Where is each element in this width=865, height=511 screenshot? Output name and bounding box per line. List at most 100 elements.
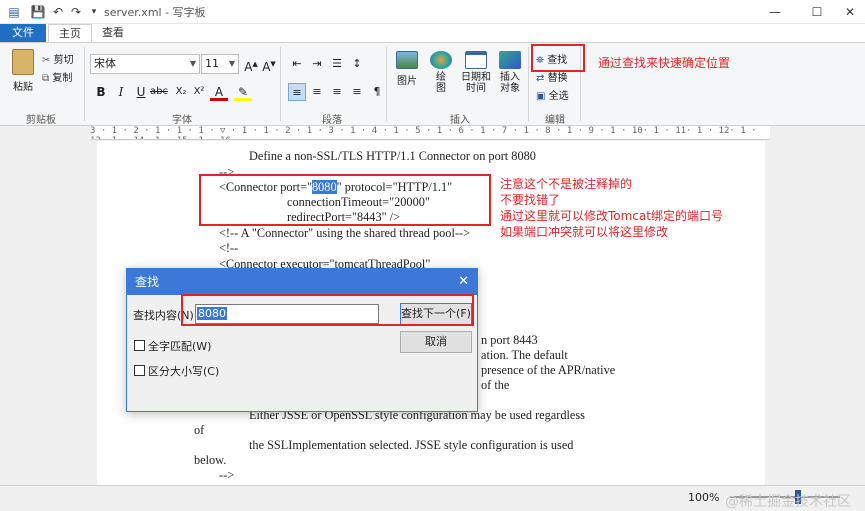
- shrink-font-icon[interactable]: A▼: [260, 55, 278, 74]
- doc-line: ation. The default: [481, 348, 568, 362]
- replace-icon: ⇄: [536, 73, 545, 84]
- group-divider: [280, 47, 281, 121]
- group-divider: [386, 47, 387, 121]
- find-annotation: 通过查找来快速确定位置: [598, 56, 731, 70]
- insert-group-label: 插入: [450, 115, 470, 126]
- connector-highlight-box: [199, 174, 491, 226]
- doc-line: <!-- A "Connector" using the shared thre…: [219, 226, 470, 240]
- datetime-label: 日期和 时间: [461, 72, 491, 94]
- palette-icon: [430, 51, 452, 69]
- close-icon[interactable]: ✕: [458, 269, 469, 295]
- highlight-icon[interactable]: ✎: [234, 83, 252, 101]
- font-group-label: 字体: [172, 115, 192, 126]
- tab-file[interactable]: 文件: [0, 24, 46, 42]
- zoom-level: 100%: [688, 491, 720, 504]
- match-whole-checkbox[interactable]: [134, 340, 145, 351]
- match-case-checkbox[interactable]: [134, 365, 145, 376]
- insert-picture-button[interactable]: 图片: [394, 51, 420, 87]
- bold-icon[interactable]: B: [92, 83, 110, 101]
- status-bar: 100% @稀土掘金技术社区: [0, 485, 865, 510]
- redo-icon[interactable]: ↷: [68, 4, 84, 20]
- app-icon: ▤: [8, 5, 20, 19]
- grow-font-icon[interactable]: A▲: [242, 55, 260, 74]
- calendar-icon: [465, 51, 487, 69]
- doc-line: <!--: [219, 241, 239, 255]
- cut-label: 剪切: [53, 55, 74, 66]
- tab-home[interactable]: 主页: [48, 24, 92, 42]
- chevron-down-icon: ▼: [228, 59, 235, 68]
- select-all-button[interactable]: ▣ 全选: [536, 87, 569, 102]
- annotation-note: 注意这个不是被注释掉的: [500, 177, 633, 191]
- cut-button[interactable]: ✂ 剪切: [42, 51, 74, 66]
- font-family-select[interactable]: 宋体 ▼: [90, 54, 200, 74]
- close-button[interactable]: ✕: [835, 2, 865, 22]
- subscript-icon[interactable]: X₂: [172, 83, 190, 101]
- scissors-icon: ✂: [42, 55, 51, 66]
- insert-object-button[interactable]: 插入 对象: [496, 51, 524, 94]
- justify-icon[interactable]: ≡: [348, 83, 366, 101]
- undo-icon[interactable]: ↶: [50, 4, 66, 20]
- increase-indent-icon[interactable]: ⇥: [308, 55, 326, 73]
- paint-label: 绘 图: [436, 72, 446, 94]
- paste-icon: [12, 49, 34, 75]
- paragraph-icon[interactable]: ¶: [368, 83, 386, 101]
- copy-label: 复制: [52, 73, 73, 84]
- font-family-value: 宋体: [94, 57, 116, 70]
- title-bar: ▤ 💾 ↶ ↷ ▾ server.xml - 写字板 — ☐ ✕: [0, 0, 865, 24]
- doc-line: -->: [219, 468, 235, 482]
- doc-line: the SSLImplementation selected. JSSE sty…: [249, 438, 574, 452]
- font-size-value: 11: [205, 57, 219, 70]
- find-dialog: 查找 ✕ 查找内容(N): 8080 查找下一个(F) 取消 全字匹配(W) 区…: [126, 268, 478, 412]
- bullets-icon[interactable]: ☰: [328, 55, 346, 73]
- customize-toolbar-icon[interactable]: ▾: [86, 4, 102, 20]
- match-whole-label: 全字匹配(W): [148, 340, 212, 353]
- insert-datetime-button[interactable]: 日期和 时间: [458, 51, 494, 94]
- doc-line: Define a non-SSL/TLS HTTP/1.1 Connector …: [249, 149, 536, 163]
- paste-button[interactable]: 粘贴: [8, 49, 38, 93]
- select-all-icon: ▣: [536, 91, 546, 102]
- maximize-button[interactable]: ☐: [802, 2, 832, 22]
- align-right-icon[interactable]: ≡: [328, 83, 346, 101]
- paragraph-group-label: 段落: [322, 115, 342, 126]
- annotation-note: 如果端口冲突就可以将这里修改: [500, 225, 669, 239]
- font-size-select[interactable]: 11 ▼: [201, 54, 239, 74]
- dialog-title: 查找: [127, 269, 477, 295]
- copy-button[interactable]: ⧉ 复制: [42, 69, 72, 84]
- copy-icon: ⧉: [42, 73, 50, 84]
- doc-line: of the: [481, 378, 510, 392]
- underline-icon[interactable]: U: [132, 83, 150, 101]
- paste-label: 粘贴: [13, 82, 33, 93]
- doc-line: n port 8443: [481, 333, 538, 347]
- find-row-highlight-box: [181, 294, 474, 326]
- align-left-icon[interactable]: ≡: [288, 83, 306, 101]
- superscript-icon[interactable]: X²: [190, 83, 208, 101]
- annotation-note: 通过这里就可以修改Tomcat绑定的端口号: [500, 209, 723, 223]
- picture-label: 图片: [397, 76, 417, 87]
- italic-icon[interactable]: I: [112, 83, 130, 101]
- picture-icon: [396, 51, 418, 69]
- insert-paint-button[interactable]: 绘 图: [428, 51, 454, 94]
- font-color-icon[interactable]: A: [210, 83, 228, 101]
- replace-label: 替换: [547, 73, 568, 84]
- strikethrough-icon[interactable]: abc: [150, 83, 168, 101]
- decrease-indent-icon[interactable]: ⇤: [288, 55, 306, 73]
- doc-line: below.: [194, 453, 227, 467]
- line-spacing-icon[interactable]: ↕: [348, 55, 366, 73]
- object-label: 插入 对象: [500, 72, 520, 94]
- cancel-button[interactable]: 取消: [400, 331, 472, 353]
- doc-line: of: [194, 423, 205, 437]
- group-divider: [84, 47, 85, 121]
- match-case-label: 区分大小写(C): [148, 365, 220, 378]
- minimize-button[interactable]: —: [760, 2, 790, 22]
- find-highlight-box: [531, 44, 585, 72]
- ribbon-tabs: 文件 主页 查看: [0, 24, 865, 42]
- save-icon[interactable]: 💾: [30, 4, 46, 20]
- chevron-down-icon: ▼: [189, 59, 196, 68]
- ruler[interactable]: 3 · 1 · 2 · 1 · 1 · 1 · ▽ · 1 · 1 · 2 · …: [90, 126, 770, 140]
- doc-line: presence of the APR/native: [481, 363, 616, 377]
- group-divider: [528, 47, 529, 121]
- object-icon: [499, 51, 521, 69]
- annotation-note: 不要找错了: [500, 193, 561, 207]
- tab-view[interactable]: 查看: [92, 24, 134, 42]
- align-center-icon[interactable]: ≡: [308, 83, 326, 101]
